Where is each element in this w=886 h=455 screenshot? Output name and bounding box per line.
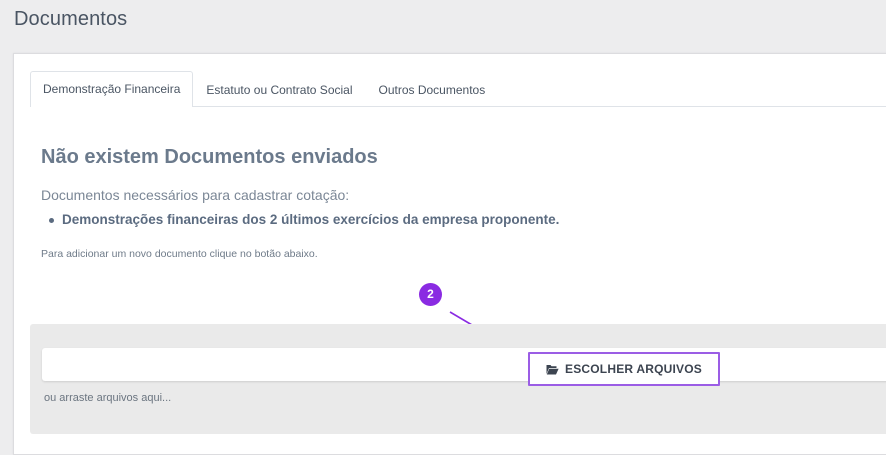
tab-estatuto-contrato-social[interactable]: Estatuto ou Contrato Social (193, 72, 365, 107)
add-document-hint: Para adicionar um novo documento clique … (41, 248, 318, 260)
choose-files-button[interactable]: ESCOLHER ARQUIVOS (528, 352, 720, 386)
tab-outros-documentos[interactable]: Outros Documentos (366, 72, 499, 107)
page-title: Documentos (14, 8, 128, 30)
tab-demonstracao-financeira[interactable]: Demonstração Financeira (30, 71, 194, 107)
required-documents-label: Documentos necessários para cadastrar co… (41, 187, 350, 203)
required-document-item: Demonstrações financeiras dos 2 últimos … (47, 212, 559, 227)
file-list-bar (42, 348, 886, 381)
document-tabs: Demonstração Financeira Estatuto ou Cont… (30, 70, 886, 107)
required-documents-list: Demonstrações financeiras dos 2 últimos … (47, 212, 559, 227)
upload-dropzone[interactable]: ESCOLHER ARQUIVOS ou arraste arquivos aq… (30, 324, 886, 434)
step-badge: 2 (419, 283, 442, 306)
empty-state-title: Não existem Documentos enviados (41, 146, 378, 168)
choose-files-label: ESCOLHER ARQUIVOS (565, 362, 702, 376)
drag-files-hint: ou arraste arquivos aqui... (44, 392, 172, 404)
folder-open-icon (546, 364, 559, 374)
